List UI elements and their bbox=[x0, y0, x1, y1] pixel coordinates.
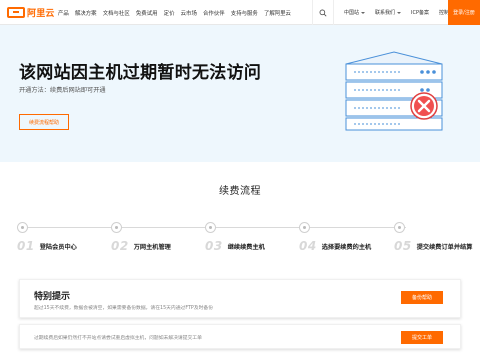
process-step-5: 05 提交续费订单并结算 bbox=[394, 239, 472, 253]
step-number: 01 bbox=[17, 239, 35, 253]
contact-us-label: 联系我们 bbox=[375, 10, 396, 16]
nav-item-support[interactable]: 支持与服务 bbox=[231, 9, 258, 17]
hero-banner: 该网站因主机过期暂时无法访问 开通方法：续费后网站即可开通 续费流程帮助 bbox=[0, 25, 480, 162]
step-label: 选择要续费的主机 bbox=[321, 243, 372, 251]
icp-filing-link[interactable]: ICP备案 bbox=[411, 9, 429, 16]
step-2-marker bbox=[111, 222, 122, 233]
nav-item-free-trial[interactable]: 免费试用 bbox=[136, 9, 158, 17]
site-selector[interactable]: 中国站 bbox=[344, 9, 366, 16]
nav-item-solutions[interactable]: 解决方案 bbox=[75, 9, 97, 17]
submit-ticket-button[interactable]: 提交工单 bbox=[401, 331, 443, 344]
ticket-notice-card: 过期续费后如果仍然打不开站点请尝试重启虚拟主机，问题如未解决请提交工单 提交工单 bbox=[19, 324, 461, 349]
step-label: 提交续费订单并结算 bbox=[416, 243, 473, 251]
renewal-process-title: 续费流程 bbox=[219, 186, 261, 197]
step-4-marker bbox=[299, 222, 310, 233]
top-navigation-bar: 阿里云 产品 解决方案 文档与社区 免费试用 定价 云市场 合作伙伴 支持与服务… bbox=[0, 0, 480, 25]
step-1-marker bbox=[17, 222, 28, 233]
main-nav: 产品 解决方案 文档与社区 免费试用 定价 云市场 合作伙伴 支持与服务 了解阿… bbox=[58, 0, 297, 25]
nav-item-products[interactable]: 产品 bbox=[58, 9, 69, 17]
step-label: 继续续费主机 bbox=[227, 243, 265, 251]
process-step-2: 02 万网主机管理 bbox=[111, 239, 171, 253]
step-3-marker bbox=[205, 222, 216, 233]
step-number: 04 bbox=[299, 239, 317, 253]
logo-text: 阿里云 bbox=[27, 8, 55, 19]
server-error-illustration bbox=[345, 51, 443, 131]
step-number: 02 bbox=[111, 239, 129, 253]
logo-mark-icon bbox=[7, 6, 25, 18]
chevron-down-icon bbox=[397, 11, 402, 14]
nav-item-pricing[interactable]: 定价 bbox=[164, 9, 175, 17]
step-number: 05 bbox=[394, 239, 412, 253]
process-step-4: 04 选择要续费的主机 bbox=[299, 239, 371, 253]
special-notice-card: 特别提示 超过15天不续费，数据会被清空，如果需要备份数据，请在15天内通过FT… bbox=[19, 279, 461, 318]
step-5-marker bbox=[394, 222, 405, 233]
contact-us-menu[interactable]: 联系我们 bbox=[375, 9, 402, 16]
nav-item-docs-community[interactable]: 文档与社区 bbox=[103, 9, 130, 17]
notice-title: 特别提示 bbox=[34, 292, 71, 302]
nav-item-partners[interactable]: 合作伙伴 bbox=[203, 9, 225, 17]
step-label: 万网主机管理 bbox=[133, 243, 171, 251]
search-button[interactable] bbox=[312, 0, 334, 25]
step-label: 登陆会员中心 bbox=[39, 243, 77, 251]
aliyun-logo[interactable]: 阿里云 bbox=[7, 5, 55, 19]
process-step-1: 01 登陆会员中心 bbox=[17, 239, 77, 253]
step-number: 03 bbox=[205, 239, 223, 253]
notice-text: 超过15天不续费，数据会被清空，如果需要备份数据，请在15天内通过FTP及时备份 bbox=[34, 306, 214, 311]
chevron-down-icon bbox=[361, 11, 366, 14]
hero-subtitle: 开通方法：续费后网站即可开通 bbox=[19, 87, 106, 94]
search-icon bbox=[319, 9, 327, 16]
renewal-help-button[interactable]: 续费流程帮助 bbox=[19, 114, 69, 130]
page-title: 该网站因主机过期暂时无法访问 bbox=[19, 63, 262, 83]
nav-right: 中国站 联系我们 ICP备案 控制台 bbox=[312, 0, 454, 25]
backup-help-button[interactable]: 备份帮助 bbox=[401, 291, 443, 304]
login-register-button[interactable]: 登录/注册 bbox=[448, 0, 480, 25]
process-step-3: 03 继续续费主机 bbox=[205, 239, 265, 253]
nav-item-marketplace[interactable]: 云市场 bbox=[181, 9, 197, 17]
site-selector-label: 中国站 bbox=[344, 10, 360, 16]
nav-item-about[interactable]: 了解阿里云 bbox=[264, 9, 291, 17]
notice-text: 过期续费后如果仍然打不开站点请尝试重启虚拟主机，问题如未解决请提交工单 bbox=[34, 336, 202, 341]
